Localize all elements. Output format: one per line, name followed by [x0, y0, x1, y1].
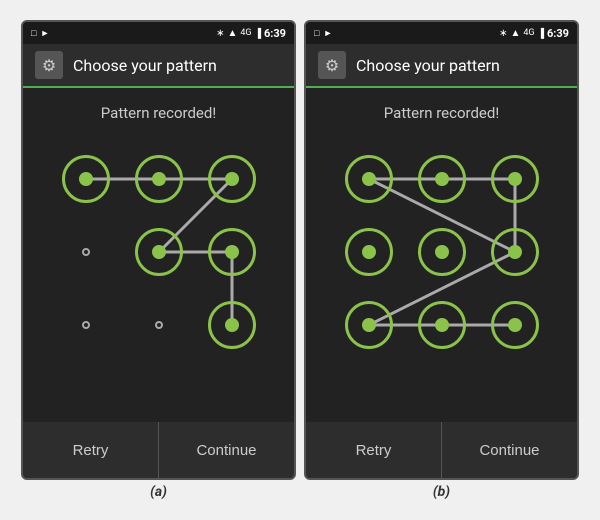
title-bar: ⚙ Choose your pattern — [306, 44, 577, 88]
pattern-grid — [49, 142, 269, 362]
dot-outer — [345, 228, 393, 276]
dot-inner — [152, 172, 166, 186]
4g-icon: 4G — [523, 28, 534, 38]
status-right: ∗ ▲ 4G ▐ 6:39 — [499, 27, 569, 40]
dot-inner — [508, 318, 522, 332]
dot-outer — [345, 301, 393, 349]
dot-1 — [135, 155, 183, 203]
status-left: □ ► — [31, 28, 49, 39]
dot-8 — [491, 301, 539, 349]
dot-outer — [62, 155, 110, 203]
title-bar: ⚙ Choose your pattern — [23, 44, 294, 88]
settings-icon: ⚙ — [318, 51, 346, 79]
pattern-grid — [332, 142, 552, 362]
settings-icon: ⚙ — [35, 51, 63, 79]
dot-outer — [208, 228, 256, 276]
time-display: 6:39 — [547, 27, 569, 40]
screenshot-label-1: (b) — [433, 484, 450, 500]
bottom-buttons: RetryContinue — [306, 422, 577, 478]
status-right: ∗ ▲ 4G ▐ 6:39 — [216, 27, 286, 40]
bluetooth-icon: ∗ — [216, 28, 224, 39]
dot-outer — [491, 301, 539, 349]
time-display: 6:39 — [264, 27, 286, 40]
dot-6 — [345, 301, 393, 349]
dot-1 — [418, 155, 466, 203]
dot-inner — [435, 245, 449, 259]
main-content: Pattern recorded! — [306, 88, 577, 422]
dot-inner — [152, 245, 166, 259]
phone-container-1: □ ► ∗ ▲ 4G ▐ 6:39 ⚙ Choose your pattern … — [304, 20, 579, 500]
status-bar: □ ► ∗ ▲ 4G ▐ 6:39 — [306, 22, 577, 44]
wifi-icon: ▲ — [227, 28, 237, 39]
wifi-icon: ▲ — [510, 28, 520, 39]
dot-0 — [62, 155, 110, 203]
main-content: Pattern recorded! — [23, 88, 294, 422]
title-text: Choose your pattern — [73, 56, 217, 75]
dot-2 — [208, 155, 256, 203]
dot-outer — [208, 301, 256, 349]
phone-0: □ ► ∗ ▲ 4G ▐ 6:39 ⚙ Choose your pattern … — [21, 20, 296, 480]
notification-icon: □ — [31, 28, 36, 39]
dot-4 — [418, 228, 466, 276]
continue-button[interactable]: Continue — [159, 422, 294, 478]
notification-icon: □ — [314, 28, 319, 39]
screenshot-label-0: (a) — [150, 484, 167, 500]
dot-outer — [208, 155, 256, 203]
dot-3 — [62, 228, 110, 276]
dot-2 — [491, 155, 539, 203]
battery-icon: ▐ — [255, 28, 261, 39]
dot-inner — [435, 318, 449, 332]
dot-inner — [225, 318, 239, 332]
bluetooth-icon: ∗ — [499, 28, 507, 39]
dot-inner — [435, 172, 449, 186]
pattern-recorded-text: Pattern recorded! — [384, 104, 499, 122]
screenshots-row: □ ► ∗ ▲ 4G ▐ 6:39 ⚙ Choose your pattern … — [21, 20, 579, 500]
title-text: Choose your pattern — [356, 56, 500, 75]
dot-inner — [508, 245, 522, 259]
dot-5 — [208, 228, 256, 276]
dot-7 — [135, 301, 183, 349]
dot-4 — [135, 228, 183, 276]
dot-0 — [345, 155, 393, 203]
status-left: □ ► — [314, 28, 332, 39]
phone-1: □ ► ∗ ▲ 4G ▐ 6:39 ⚙ Choose your pattern … — [304, 20, 579, 480]
dot-inner — [362, 245, 376, 259]
dot-outer — [491, 155, 539, 203]
dot-inner — [225, 172, 239, 186]
continue-button[interactable]: Continue — [442, 422, 577, 478]
dot-7 — [418, 301, 466, 349]
4g-icon: 4G — [240, 28, 251, 38]
dot-5 — [491, 228, 539, 276]
dot-6 — [62, 301, 110, 349]
dot-empty — [82, 321, 90, 329]
dot-8 — [208, 301, 256, 349]
dot-inner — [79, 172, 93, 186]
pattern-recorded-text: Pattern recorded! — [101, 104, 216, 122]
dot-3 — [345, 228, 393, 276]
dot-outer — [135, 155, 183, 203]
dot-inner — [362, 318, 376, 332]
dot-outer — [418, 228, 466, 276]
retry-button[interactable]: Retry — [306, 422, 442, 478]
bottom-buttons: RetryContinue — [23, 422, 294, 478]
dot-outer — [418, 155, 466, 203]
dot-empty — [155, 321, 163, 329]
dot-outer — [491, 228, 539, 276]
dot-outer — [418, 301, 466, 349]
retry-button[interactable]: Retry — [23, 422, 159, 478]
signal-icon: ► — [40, 28, 49, 39]
status-bar: □ ► ∗ ▲ 4G ▐ 6:39 — [23, 22, 294, 44]
dot-inner — [362, 172, 376, 186]
battery-icon: ▐ — [538, 28, 544, 39]
dot-inner — [508, 172, 522, 186]
dot-outer — [345, 155, 393, 203]
dot-empty — [82, 248, 90, 256]
dot-outer — [135, 228, 183, 276]
dot-inner — [225, 245, 239, 259]
signal-icon: ► — [323, 28, 332, 39]
phone-container-0: □ ► ∗ ▲ 4G ▐ 6:39 ⚙ Choose your pattern … — [21, 20, 296, 500]
